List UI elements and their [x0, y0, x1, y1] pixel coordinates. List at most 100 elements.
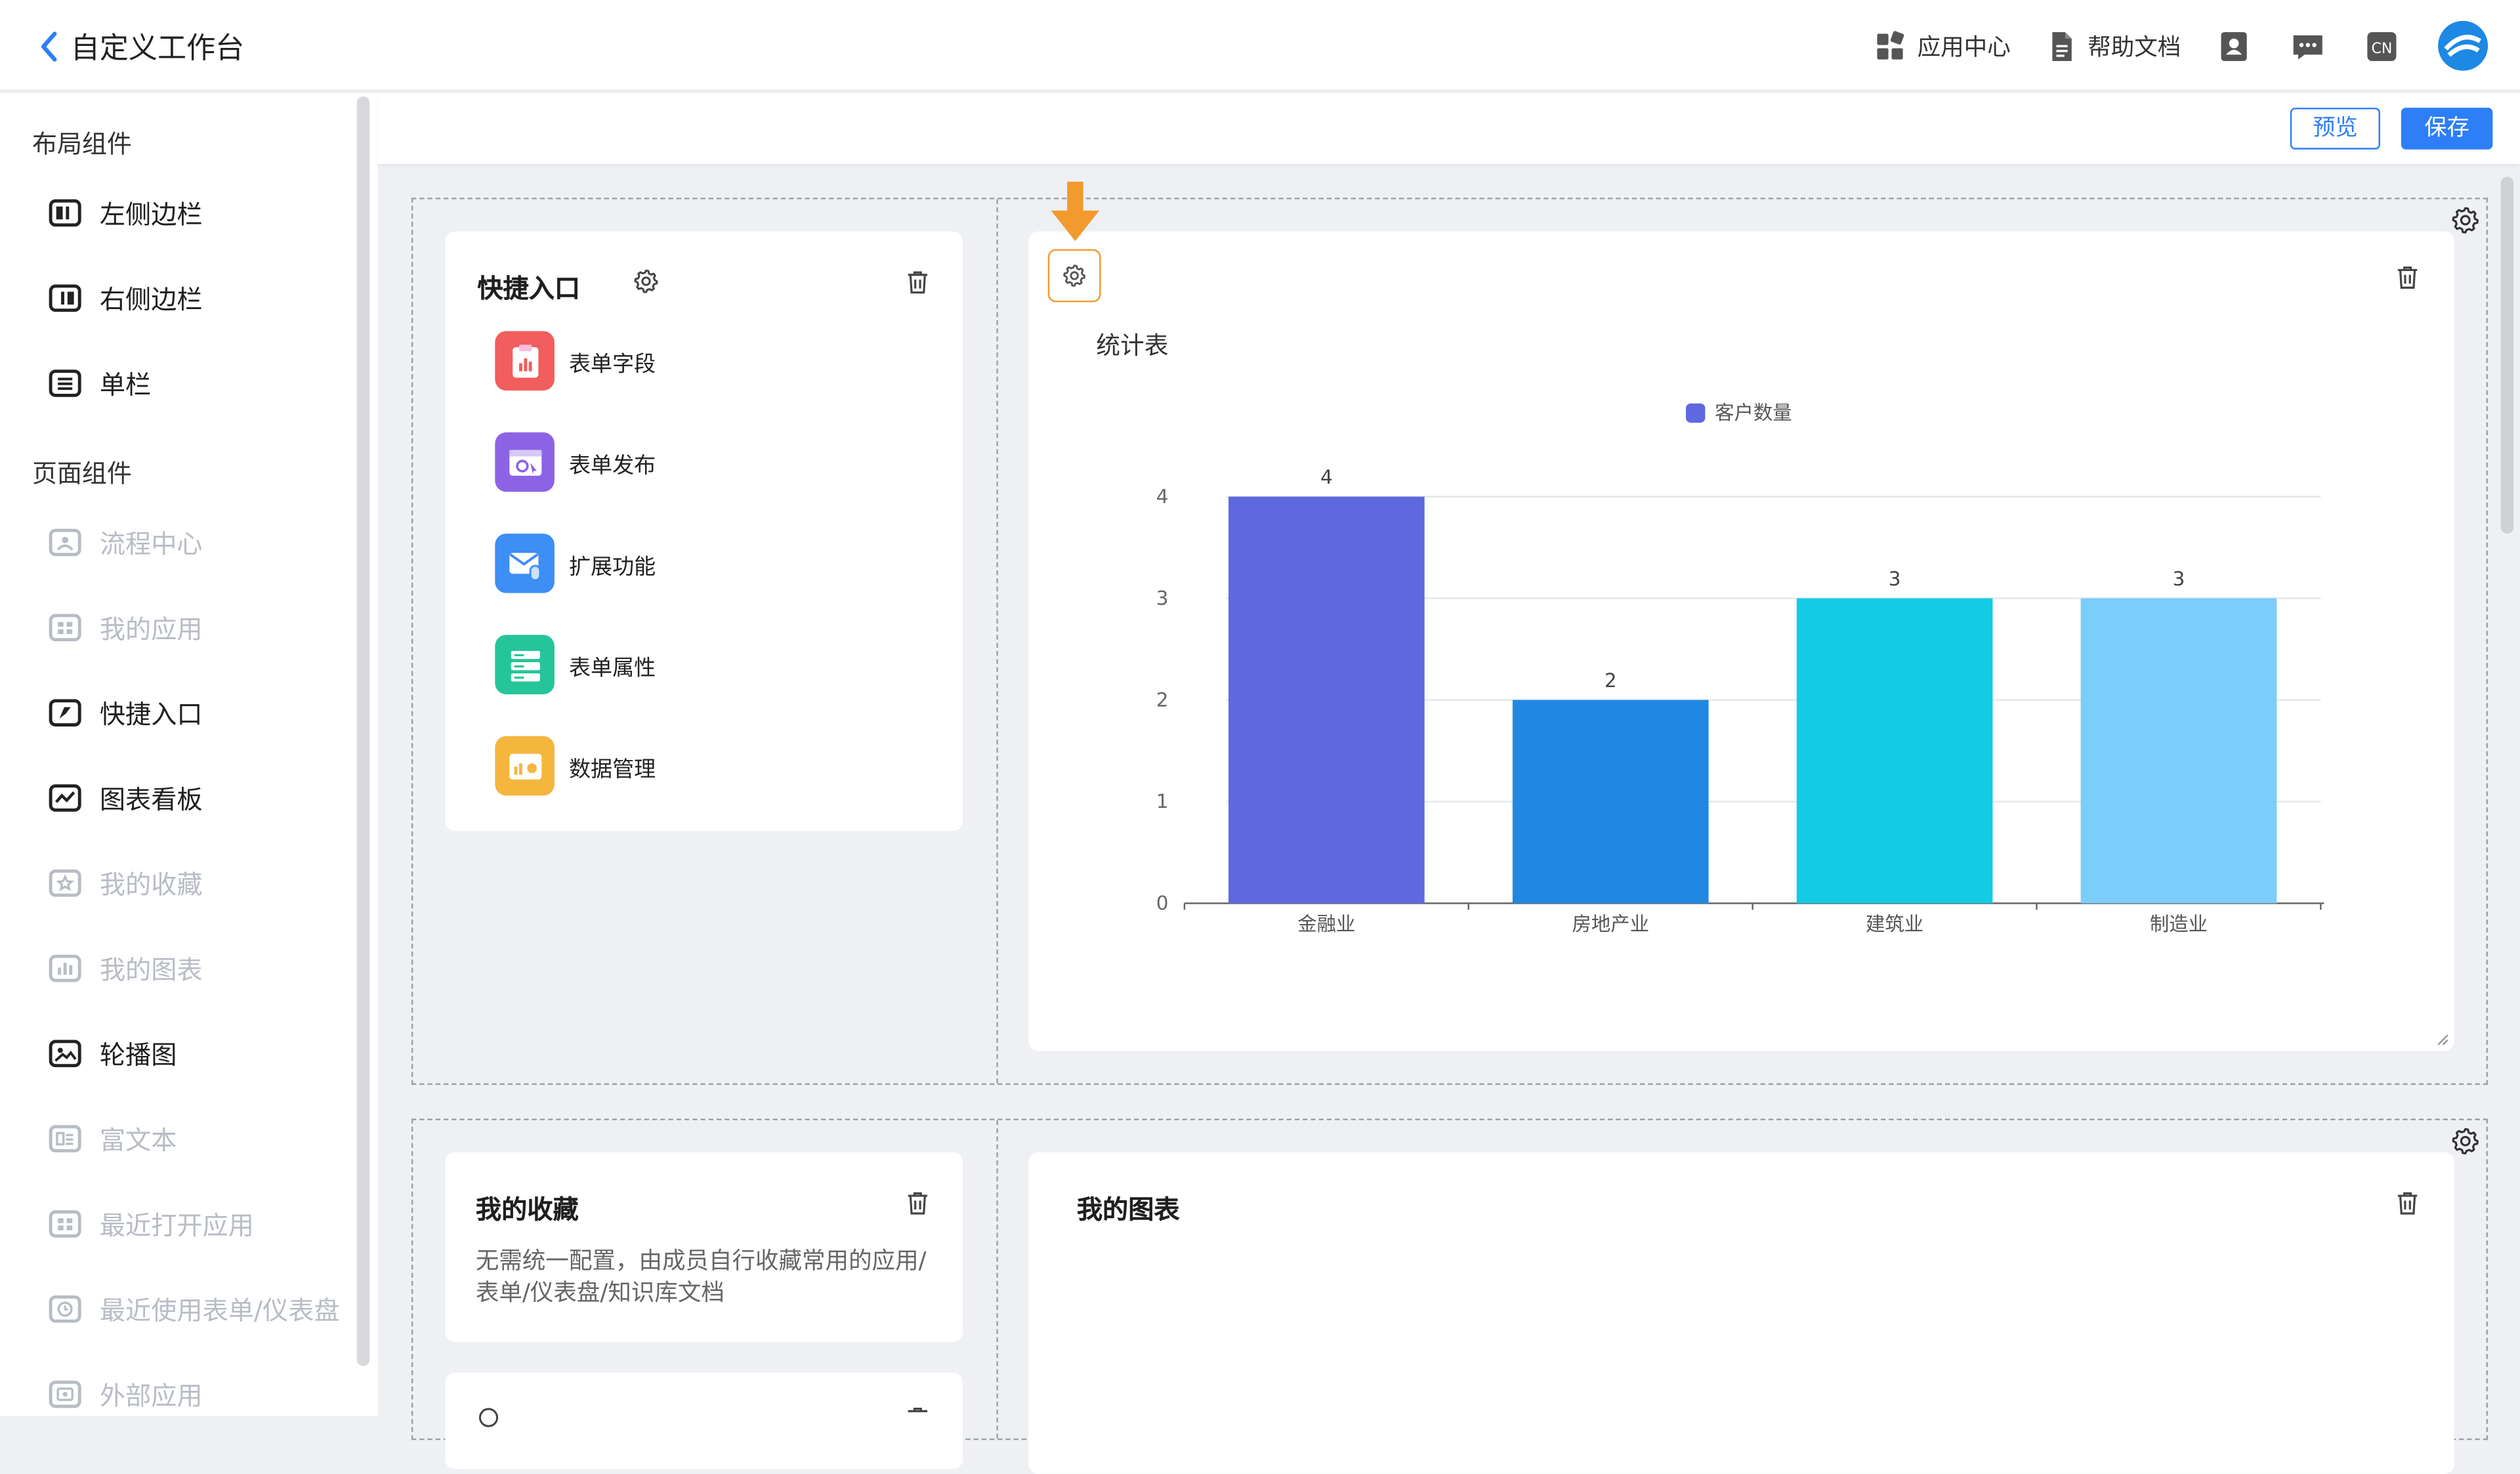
y-tick-label: 4 — [1156, 486, 1169, 508]
bar-chart: 0 1 2 3 4 4 金融业 2 房地产业 3 建筑业 3 制造业 — [1156, 466, 2324, 935]
sidebar-item-label: 我的图表 — [99, 954, 203, 986]
sidebar-item-label: 富文本 — [99, 1125, 177, 1156]
favorite-icon — [49, 868, 81, 896]
messages-button[interactable] — [2290, 28, 2326, 64]
layout-row-1[interactable]: 快捷入口 表单字段 表单发布 扩展功能 表单属性 数据管理 统计表 客户数量 0… — [411, 198, 2488, 1085]
my-charts-title: 我的图表 — [1076, 1194, 1180, 1225]
quick-item-label: 扩展功能 — [568, 553, 656, 579]
x-tick-label: 金融业 — [1297, 913, 1355, 935]
next-widget-settings-icon[interactable] — [476, 1404, 501, 1430]
favorites-title: 我的收藏 — [475, 1194, 579, 1225]
contacts-button[interactable] — [2216, 28, 2252, 64]
quick-item-label: 表单字段 — [568, 351, 656, 377]
data-label: 4 — [1320, 466, 1333, 488]
screen: 自定义工作台 应用中心 帮助文档 CN 布局组件 左侧边栏 右侧边栏 单栏 页面… — [0, 0, 2520, 1474]
next-widget-delete-icon[interactable] — [906, 1406, 929, 1431]
browser-cursor-icon — [509, 449, 541, 475]
y-tick-label: 3 — [1156, 587, 1169, 609]
back-button[interactable]: 自定义工作台 — [35, 26, 244, 68]
sidebar-item-my-charts: 我的图表 — [48, 948, 203, 987]
quick-entry-delete-icon[interactable] — [906, 270, 929, 294]
sidebar-item-label: 轮播图 — [99, 1040, 177, 1071]
sidebar-item-recent-forms: 最近使用表单/仪表盘 — [48, 1289, 340, 1328]
sidebar-item-right-sidebar[interactable]: 右侧边栏 — [48, 278, 203, 317]
sidebar-item-my-apps: 我的应用 — [48, 608, 203, 646]
y-tick-label: 1 — [1156, 790, 1169, 812]
sidebar-item-label: 图表看板 — [99, 784, 203, 815]
help-docs-link[interactable]: 帮助文档 — [2046, 29, 2181, 62]
quick-item-label: 表单属性 — [568, 654, 656, 681]
stats-chart-card[interactable]: 统计表 客户数量 0 1 2 3 4 4 金融业 2 房地产业 3 建筑业 3 制造业 — [1028, 231, 2454, 1051]
row-settings-gear-icon[interactable] — [2451, 1127, 2480, 1156]
brand-logo-icon — [2438, 20, 2488, 71]
x-tick-label: 制造业 — [2150, 913, 2208, 935]
x-tick-label: 建筑业 — [1866, 913, 1923, 935]
quick-entry-settings-icon[interactable] — [633, 268, 659, 294]
left-sidebar-icon — [49, 198, 81, 226]
sidebar-item-label: 流程中心 — [99, 528, 203, 560]
contacts-icon — [2221, 31, 2247, 60]
resize-handle-icon[interactable] — [2437, 1034, 2450, 1047]
highlight-arrow-icon — [1051, 181, 1100, 242]
sidebar-item-single-column[interactable]: 单栏 — [48, 363, 151, 402]
sidebar-item-chart-board[interactable]: 图表看板 — [48, 778, 203, 816]
quick-item-data-management[interactable]: 数据管理 — [495, 736, 656, 796]
sidebar-item-label: 我的应用 — [99, 614, 203, 645]
rich-text-icon — [49, 1124, 81, 1152]
user-avatar[interactable] — [2438, 20, 2488, 71]
sidebar-item-left-sidebar[interactable]: 左侧边栏 — [48, 193, 203, 232]
stacked-list-icon — [510, 650, 539, 681]
column-divider — [996, 199, 998, 1084]
quick-item-form-fields[interactable]: 表单字段 — [495, 331, 656, 391]
svg-text:CN: CN — [2371, 40, 2392, 56]
favorites-description: 无需统一配置，由成员自行收藏常用的应用/表单/仪表盘/知识库文档 — [475, 1248, 927, 1307]
y-tick-label: 0 — [1156, 892, 1169, 914]
app-center-link[interactable]: 应用中心 — [1876, 29, 2011, 62]
quick-entry-title: 快捷入口 — [477, 273, 581, 304]
sidebar-item-label: 我的收藏 — [99, 869, 203, 900]
sidebar-item-carousel[interactable]: 轮播图 — [48, 1034, 177, 1072]
y-tick-label: 2 — [1156, 688, 1169, 711]
my-charts-card[interactable]: 我的图表 — [1028, 1152, 2454, 1474]
row-settings-gear-icon[interactable] — [2451, 205, 2480, 234]
favorites-card[interactable]: 我的收藏 无需统一配置，由成员自行收藏常用的应用/表单/仪表盘/知识库文档 — [445, 1152, 963, 1342]
data-label: 3 — [1889, 568, 1901, 590]
quick-entry-card[interactable]: 快捷入口 表单字段 表单发布 扩展功能 表单属性 数据管理 — [445, 231, 963, 832]
editor-toolbar: 预览 保存 — [377, 93, 2520, 164]
sidebar-item-process-center: 流程中心 — [48, 522, 203, 561]
top-nav: 应用中心 帮助文档 CN — [1876, 0, 2520, 92]
mail-attachment-icon — [509, 552, 541, 581]
data-label: 2 — [1605, 669, 1617, 692]
preview-button[interactable]: 预览 — [2290, 108, 2380, 150]
sidebar-scrollbar[interactable] — [356, 96, 370, 1366]
recent-apps-icon — [49, 1209, 81, 1237]
quick-item-label: 数据管理 — [568, 756, 656, 782]
chart-board-icon — [49, 783, 81, 811]
quick-item-form-properties[interactable]: 表单属性 — [495, 635, 656, 694]
x-tick-label: 房地产业 — [1572, 913, 1649, 935]
language-button[interactable]: CN — [2364, 28, 2399, 64]
sidebar-item-quick-entry[interactable]: 快捷入口 — [48, 693, 203, 732]
app-center-label: 应用中心 — [1917, 35, 2011, 62]
favorites-delete-icon[interactable] — [906, 1191, 929, 1215]
language-cn-icon: CN — [2367, 31, 2397, 60]
bar — [1228, 496, 1425, 904]
top-bar: 自定义工作台 应用中心 帮助文档 CN — [0, 0, 2520, 92]
page-section-title: 页面组件 — [32, 459, 132, 489]
help-docs-label: 帮助文档 — [2088, 35, 2181, 62]
my-charts-delete-icon[interactable] — [2396, 1191, 2418, 1215]
sidebar-item-external-apps: 外部应用 — [48, 1374, 203, 1413]
quick-item-form-publish[interactable]: 表单发布 — [495, 432, 656, 492]
sidebar-item-label: 单栏 — [99, 369, 152, 400]
canvas-scrollbar[interactable] — [2500, 177, 2514, 534]
process-icon — [49, 528, 81, 556]
quick-item-extensions[interactable]: 扩展功能 — [495, 534, 656, 593]
layout-row-2[interactable]: 我的收藏 无需统一配置，由成员自行收藏常用的应用/表单/仪表盘/知识库文档 我的… — [411, 1118, 2488, 1474]
save-button[interactable]: 保存 — [2401, 108, 2493, 150]
right-sidebar-icon — [49, 284, 81, 311]
data-screen-icon — [509, 753, 541, 779]
single-column-icon — [49, 369, 81, 396]
bar — [1796, 598, 1993, 904]
next-widget-card[interactable] — [445, 1372, 963, 1469]
apps-icon — [49, 613, 81, 641]
